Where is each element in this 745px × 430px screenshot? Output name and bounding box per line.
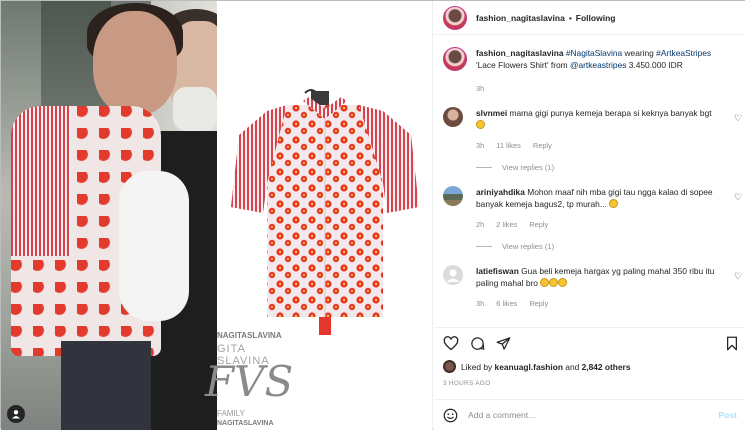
comment-icon[interactable] [470,336,485,351]
comment-composer: Add a comment... Post [434,399,745,430]
emoji-icon [549,278,559,287]
watermark-logo: FVS [205,357,294,406]
emoji-icon [476,120,485,129]
comment-likes[interactable]: 2 likes [496,220,517,229]
post-timestamp: 3 HOURS AGO [443,380,491,387]
comment-time: 3h [476,299,485,308]
comment-username[interactable]: ariniyahdika [476,187,525,197]
hashtag-link[interactable]: #ArtkeaStripes [656,48,711,58]
post-header: fashion_nagitaslavina • Following [434,1,745,35]
caption-username[interactable]: fashion_nagitaslavina [476,48,564,58]
caption-text: wearing [624,48,654,58]
fvs-watermark: NAGITASLAVINA GITA SLAVINA FVS FAMILY NA… [193,331,293,430]
likes-summary: Liked by keanuagl.fashion and 2,842 othe… [443,360,630,373]
comment-like-heart-icon[interactable]: ♡ [734,113,742,124]
avatar[interactable] [443,265,463,285]
watermark-text: NAGITASLAVINA [217,331,282,340]
reply-button[interactable]: Reply [529,299,548,308]
liked-by-prefix: Liked by [461,361,493,372]
caption-time: 3h [476,84,485,93]
header-username[interactable]: fashion_nagitaslavina [476,13,565,23]
mention-link[interactable]: @artkeastripes [570,60,626,70]
product-shirt-image [231,89,419,335]
comment-time: 3h [476,141,485,150]
caption: fashion_nagitaslavina #NagitaSlavina wea… [443,47,737,97]
comment-item: slvnmei mama gigi punya kemeja berapa si… [443,107,742,177]
watermark-text: NAGITASLAVINA [217,420,274,427]
view-replies-label: View replies (1) [502,242,555,251]
avatar[interactable] [443,360,456,373]
separator-dot: • [568,12,572,23]
heart-icon[interactable] [443,336,459,351]
watermark-text: FAMILY [217,409,245,418]
post-media[interactable]: NAGITASLAVINA GITA SLAVINA FVS FAMILY NA… [1,1,433,430]
comment-item: ariniyahdika Mohon maaf nih mba gigi tau… [443,186,742,256]
emoji-icon [558,278,568,287]
instagram-post-window: NAGITASLAVINA GITA SLAVINA FVS FAMILY NA… [0,0,745,430]
comment-username[interactable]: latiefiswan [476,266,519,276]
avatar[interactable] [443,47,467,71]
avatar[interactable] [443,186,463,206]
bookmark-icon[interactable] [726,336,738,351]
reply-button[interactable]: Reply [533,141,552,150]
post-side-panel: fashion_nagitaslavina • Following fashio… [434,1,745,430]
following-button[interactable]: Following [576,13,616,23]
user-tag-icon[interactable] [7,405,25,423]
view-replies-button[interactable]: View replies (1) [476,242,554,251]
comment-username[interactable]: slvnmei [476,108,507,118]
emoji-icon [609,199,619,208]
caption-price: 3.450.000 IDR [628,60,683,70]
liked-by-user[interactable]: keanuagl.fashion [495,362,563,372]
share-icon[interactable] [496,336,511,351]
likes-count[interactable]: 2,842 others [582,362,631,372]
reply-button[interactable]: Reply [529,220,548,229]
emoji-icon[interactable] [443,408,458,423]
view-replies-button[interactable]: View replies (1) [476,163,554,172]
comment-likes[interactable]: 11 likes [496,141,521,150]
comment-time: 2h [476,220,485,229]
photo-nagita-wearing-shirt [1,1,217,430]
post-comment-button[interactable]: Post [718,410,737,420]
avatar[interactable] [443,5,467,30]
comment-item: latiefiswan Gua beli kemeja hargax yg pa… [443,265,742,315]
emoji-icon [540,278,550,287]
liked-by-conj: and [565,361,580,372]
view-replies-label: View replies (1) [502,163,555,172]
comment-input[interactable]: Add a comment... [468,410,718,420]
caption-text: 'Lace Flowers Shirt' from [476,60,568,70]
avatar[interactable] [443,107,463,127]
comment-likes[interactable]: 6 likes [496,299,517,308]
comment-like-heart-icon[interactable]: ♡ [734,192,742,203]
action-bar [434,327,745,357]
comment-like-heart-icon[interactable]: ♡ [734,271,742,282]
hashtag-link[interactable]: #NagitaSlavina [566,48,622,58]
comment-text: mama gigi punya kemeja berapa si keknya … [509,108,712,118]
